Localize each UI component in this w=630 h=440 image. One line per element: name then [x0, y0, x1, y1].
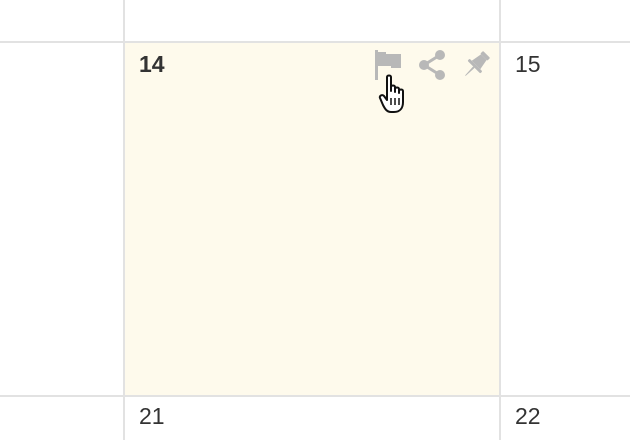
- calendar-cell-14[interactable]: 14: [125, 43, 499, 395]
- day-number: 22: [515, 403, 541, 429]
- calendar-month-grid: 14 15 21 22: [0, 0, 630, 440]
- calendar-cell-15[interactable]: 15: [501, 43, 630, 395]
- calendar-cell-top-left[interactable]: [0, 0, 123, 41]
- grid-line: [0, 395, 630, 397]
- flag-icon: [373, 49, 403, 81]
- calendar-cell-21[interactable]: 21: [125, 397, 499, 440]
- day-number: 14: [139, 51, 165, 77]
- share-icon: [416, 49, 448, 81]
- grid-line: [123, 0, 125, 440]
- calendar-cell-22[interactable]: 22: [501, 397, 630, 440]
- share-button[interactable]: [415, 48, 449, 82]
- calendar-cell-13[interactable]: [0, 43, 123, 395]
- pin-button[interactable]: [459, 48, 493, 82]
- calendar-cell-20[interactable]: [0, 397, 123, 440]
- flag-button[interactable]: [371, 48, 405, 82]
- pin-icon: [460, 49, 492, 81]
- day-number: 21: [139, 403, 165, 429]
- grid-line: [0, 41, 630, 43]
- grid-line: [499, 0, 501, 440]
- calendar-cell-top-right[interactable]: [501, 0, 630, 41]
- calendar-cell-top-middle[interactable]: [125, 0, 499, 41]
- cell-actions: [371, 48, 493, 82]
- day-number: 15: [515, 51, 541, 77]
